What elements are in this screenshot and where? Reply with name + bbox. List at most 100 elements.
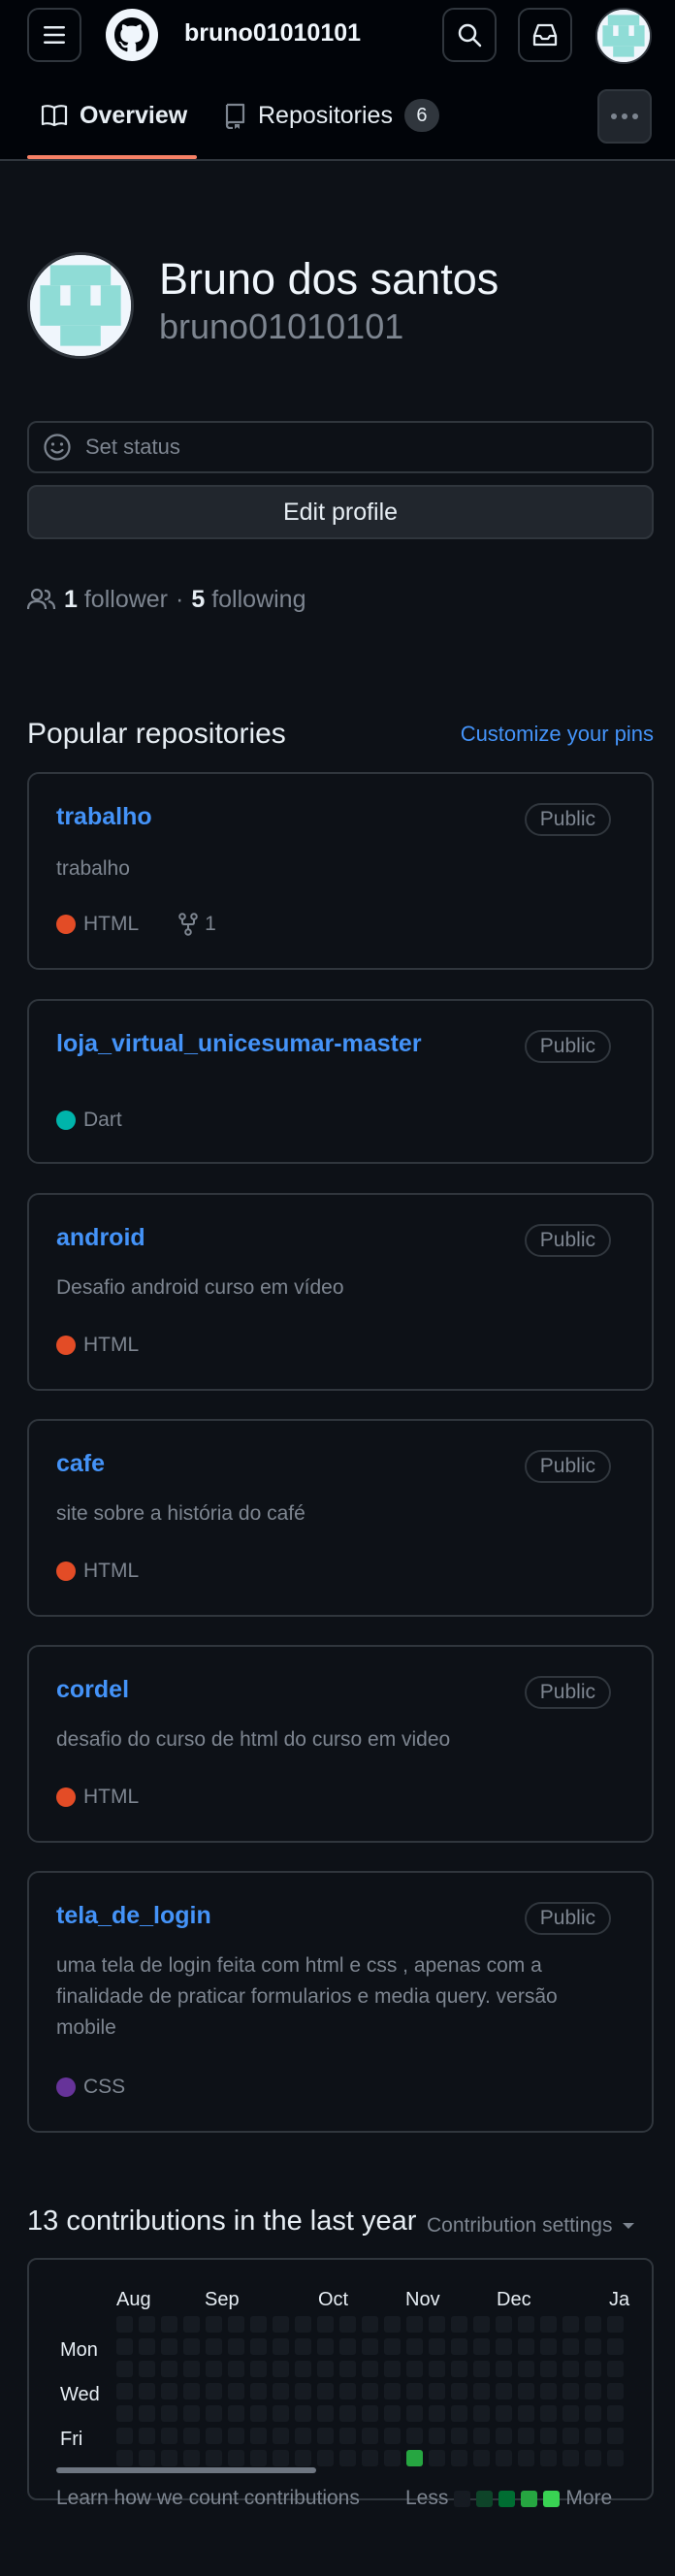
- user-avatar[interactable]: [595, 8, 652, 64]
- contribution-day-cell[interactable]: [362, 2405, 378, 2422]
- tab-overview[interactable]: Overview: [41, 70, 187, 161]
- github-logo-icon[interactable]: [105, 8, 159, 62]
- contribution-day-cell[interactable]: [451, 2338, 467, 2355]
- contribution-day-cell[interactable]: [406, 2405, 423, 2422]
- contribution-day-cell[interactable]: [317, 2428, 334, 2444]
- contribution-day-cell[interactable]: [206, 2361, 222, 2377]
- edit-profile-button[interactable]: Edit profile: [27, 485, 654, 539]
- contribution-day-cell[interactable]: [496, 2316, 512, 2333]
- contribution-day-cell[interactable]: [250, 2428, 267, 2444]
- contribution-day-cell[interactable]: [429, 2361, 445, 2377]
- contribution-day-cell[interactable]: [473, 2361, 490, 2377]
- contribution-day-cell[interactable]: [540, 2428, 557, 2444]
- contribution-day-cell[interactable]: [607, 2383, 624, 2399]
- contribution-day-cell[interactable]: [339, 2428, 356, 2444]
- contribution-day-cell[interactable]: [562, 2405, 579, 2422]
- contribution-day-cell[interactable]: [384, 2383, 401, 2399]
- contribution-day-cell[interactable]: [206, 2450, 222, 2466]
- contribution-day-cell[interactable]: [116, 2383, 133, 2399]
- contribution-day-cell[interactable]: [496, 2405, 512, 2422]
- contribution-day-cell[interactable]: [339, 2405, 356, 2422]
- contribution-day-cell[interactable]: [317, 2383, 334, 2399]
- contribution-day-cell[interactable]: [161, 2316, 177, 2333]
- contribution-day-cell[interactable]: [206, 2405, 222, 2422]
- following-link[interactable]: 5 following: [191, 586, 305, 614]
- contribution-day-cell[interactable]: [228, 2338, 244, 2355]
- contribution-day-cell[interactable]: [116, 2361, 133, 2377]
- contribution-day-cell[interactable]: [429, 2405, 445, 2422]
- contribution-day-cell[interactable]: [161, 2428, 177, 2444]
- contribution-day-cell[interactable]: [206, 2428, 222, 2444]
- contribution-day-cell[interactable]: [139, 2428, 155, 2444]
- contribution-day-cell[interactable]: [273, 2361, 289, 2377]
- learn-contributions-link[interactable]: Learn how we count contributions: [56, 2487, 360, 2510]
- contribution-day-cell[interactable]: [116, 2338, 133, 2355]
- contribution-day-cell[interactable]: [161, 2450, 177, 2466]
- contribution-day-cell[interactable]: [183, 2361, 200, 2377]
- contribution-day-cell[interactable]: [473, 2383, 490, 2399]
- contribution-day-cell[interactable]: [607, 2361, 624, 2377]
- contribution-day-cell[interactable]: [295, 2405, 311, 2422]
- contribution-day-cell[interactable]: [183, 2383, 200, 2399]
- contribution-day-cell[interactable]: [518, 2316, 534, 2333]
- contribution-day-cell[interactable]: [429, 2338, 445, 2355]
- contribution-day-cell[interactable]: [585, 2361, 601, 2377]
- contribution-day-cell[interactable]: [451, 2428, 467, 2444]
- contribution-day-cell[interactable]: [384, 2361, 401, 2377]
- contribution-day-cell[interactable]: [496, 2383, 512, 2399]
- contribution-day-cell[interactable]: [339, 2361, 356, 2377]
- contribution-day-cell[interactable]: [406, 2383, 423, 2399]
- contribution-day-cell[interactable]: [317, 2450, 334, 2466]
- contribution-day-cell[interactable]: [295, 2450, 311, 2466]
- contribution-day-cell[interactable]: [540, 2338, 557, 2355]
- contribution-day-cell[interactable]: [116, 2405, 133, 2422]
- contribution-day-cell[interactable]: [228, 2361, 244, 2377]
- contribution-day-cell[interactable]: [273, 2383, 289, 2399]
- repo-name-link[interactable]: tela_de_login: [56, 1902, 211, 1930]
- contribution-day-cell[interactable]: [585, 2450, 601, 2466]
- contribution-day-cell[interactable]: [362, 2450, 378, 2466]
- contribution-day-cell[interactable]: [139, 2383, 155, 2399]
- repo-name-link[interactable]: trabalho: [56, 803, 152, 831]
- contribution-day-cell[interactable]: [406, 2428, 423, 2444]
- contribution-day-cell[interactable]: [562, 2450, 579, 2466]
- contribution-day-cell[interactable]: [540, 2316, 557, 2333]
- contribution-day-cell[interactable]: [518, 2383, 534, 2399]
- contribution-day-cell[interactable]: [540, 2383, 557, 2399]
- contribution-day-cell[interactable]: [295, 2428, 311, 2444]
- contribution-day-cell[interactable]: [384, 2316, 401, 2333]
- contribution-day-cell[interactable]: [585, 2428, 601, 2444]
- contribution-day-cell[interactable]: [540, 2405, 557, 2422]
- contribution-day-cell[interactable]: [273, 2316, 289, 2333]
- contribution-day-cell[interactable]: [273, 2428, 289, 2444]
- header-username[interactable]: bruno01010101: [184, 19, 361, 48]
- contribution-day-cell[interactable]: [228, 2383, 244, 2399]
- contribution-day-cell[interactable]: [429, 2428, 445, 2444]
- contribution-day-cell[interactable]: [451, 2405, 467, 2422]
- contribution-day-cell[interactable]: [206, 2383, 222, 2399]
- contribution-day-cell[interactable]: [273, 2338, 289, 2355]
- repo-name-link[interactable]: cafe: [56, 1450, 105, 1478]
- repo-name-link[interactable]: loja_virtual_unicesumar-master: [56, 1030, 422, 1058]
- contribution-day-cell[interactable]: [429, 2383, 445, 2399]
- contribution-day-cell[interactable]: [562, 2361, 579, 2377]
- contribution-day-cell[interactable]: [585, 2383, 601, 2399]
- forks-link[interactable]: 1: [177, 913, 216, 936]
- contribution-day-cell[interactable]: [250, 2405, 267, 2422]
- repo-name-link[interactable]: cordel: [56, 1676, 129, 1704]
- contribution-day-cell[interactable]: [250, 2383, 267, 2399]
- set-status-button[interactable]: Set status: [27, 421, 654, 473]
- contribution-day-cell[interactable]: [139, 2450, 155, 2466]
- search-button[interactable]: [442, 8, 497, 62]
- contribution-day-cell[interactable]: [139, 2405, 155, 2422]
- contribution-day-cell[interactable]: [585, 2316, 601, 2333]
- contribution-day-cell[interactable]: [317, 2316, 334, 2333]
- contribution-day-cell[interactable]: [228, 2405, 244, 2422]
- menu-button[interactable]: [27, 8, 81, 62]
- inbox-button[interactable]: [518, 8, 572, 62]
- contribution-day-cell[interactable]: [473, 2428, 490, 2444]
- contribution-day-cell[interactable]: [406, 2450, 423, 2466]
- contribution-day-cell[interactable]: [183, 2316, 200, 2333]
- contribution-day-cell[interactable]: [473, 2316, 490, 2333]
- contribution-day-cell[interactable]: [496, 2428, 512, 2444]
